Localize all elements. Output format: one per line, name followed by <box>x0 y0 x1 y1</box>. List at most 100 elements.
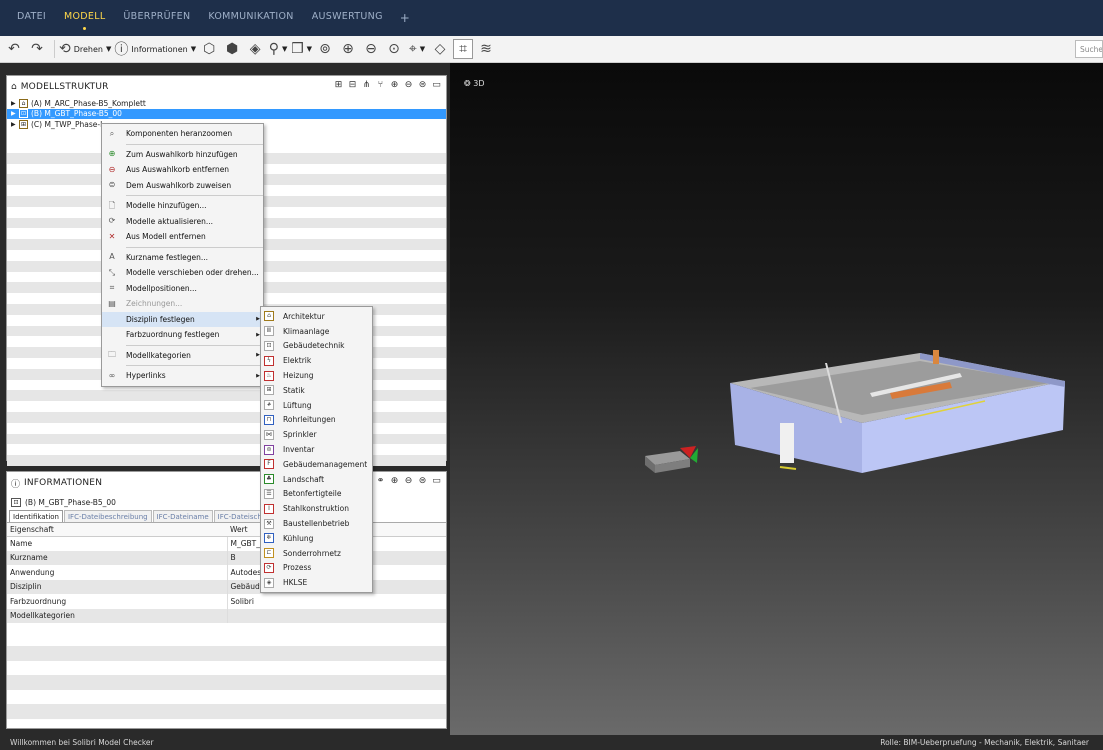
show-models-icon[interactable]: ⬡ <box>199 39 219 59</box>
menu-item-assign-basket[interactable]: ⊜ Dem Auswahlkorb zuweisen <box>102 178 263 194</box>
view-cube-icon[interactable]: ❒ ▼ <box>291 39 312 59</box>
discipline-sonderrohrnetz[interactable]: ⊏ Sonderrohrnetz <box>261 546 372 561</box>
discipline-klimaanlage[interactable]: Ⅲ Klimaanlage <box>261 324 372 339</box>
menu-item-short-name[interactable]: A Kurzname festlegen... <box>102 250 263 266</box>
property-name: Anwendung <box>7 565 228 580</box>
zoom-in-icon[interactable]: ⊕ <box>338 39 358 59</box>
hide-models-icon[interactable]: ⬢ <box>222 39 242 59</box>
discipline-gebaeudetechnik[interactable]: ⊡ Gebäudetechnik <box>261 339 372 354</box>
door <box>780 423 794 463</box>
table-row[interactable]: DisziplinGebäudetechnik <box>7 579 446 594</box>
menu-ueberpruefen[interactable]: ÜBERPRÜFEN <box>114 0 199 36</box>
rotate-label: Drehen <box>73 44 103 54</box>
maximize-icon[interactable]: ▭ <box>431 80 442 91</box>
table-row[interactable]: Modellkategorien <box>7 608 446 623</box>
selection-tool-icon[interactable]: ⌖ ▼ <box>407 39 427 59</box>
text-icon: A <box>109 252 115 262</box>
column-header-property[interactable]: Eigenschaft <box>7 523 227 537</box>
discipline-inventar[interactable]: ⊜ Inventar <box>261 442 372 457</box>
basket-remove-icon[interactable]: ⊖ <box>403 80 414 91</box>
basket-add-icon[interactable]: ⊕ <box>389 80 400 91</box>
tab-identifikation[interactable]: Identifikation <box>9 510 63 522</box>
menu-item-update-models[interactable]: ⟳ Modelle aktualisieren... <box>102 214 263 230</box>
model-label: (B) M_GBT_Phase-B5_00 <box>31 109 122 119</box>
menu-item-remove-model[interactable]: ✕ Aus Modell entfernen <box>102 229 263 245</box>
link-icon: ∞ <box>108 370 116 380</box>
table-row[interactable]: Kurzname B <box>7 550 446 565</box>
discipline-betonfertigteile[interactable]: ☰ Betonfertigteile <box>261 487 372 502</box>
hierarchy-icon[interactable]: ⊞ <box>333 80 344 91</box>
expand-arrow-icon[interactable]: ▶ <box>11 121 19 128</box>
zoom-out-icon[interactable]: ⊖ <box>361 39 381 59</box>
rotate-button[interactable]: ⟲ Drehen ▼ <box>59 39 111 59</box>
menu-item-set-color[interactable]: Farbzuordnung festlegen ▶ <box>102 327 263 343</box>
menu-item-hyperlinks[interactable]: ∞ Hyperlinks ▶ <box>102 368 263 384</box>
visibility-icon[interactable]: ⚲ ▼ <box>268 39 288 59</box>
table-row[interactable]: Name M_GBT_P <box>7 536 446 551</box>
expand-arrow-icon[interactable]: ▶ <box>11 110 19 117</box>
menu-item-zoom-components[interactable]: ⌕ Komponenten heranzoomen <box>102 126 263 142</box>
undo-icon[interactable]: ↶ <box>4 39 24 59</box>
discipline-sprinkler[interactable]: ⋈ Sprinkler <box>261 427 372 442</box>
menu-kommunikation[interactable]: KOMMUNIKATION <box>199 0 302 36</box>
tab-ifc-dateibeschreibung[interactable]: IFC-Dateibeschreibung <box>63 510 152 522</box>
menu-auswertung[interactable]: AUSWERTUNG <box>303 0 392 36</box>
tree-row-model-b[interactable]: ▶ ⊡ (B) M_GBT_Phase-B5_00 <box>7 108 446 119</box>
information-button[interactable]: ⓘ Informationen ▼ <box>114 39 196 59</box>
discipline-kuehlung[interactable]: ❄ Kühlung <box>261 531 372 546</box>
expand-arrow-icon[interactable]: ▶ <box>11 100 19 107</box>
redo-icon[interactable]: ↷ <box>27 39 47 59</box>
hvac-icon: Ⅲ <box>264 326 274 337</box>
branch-icon[interactable]: ⑂ <box>375 80 386 91</box>
basket-assign-icon[interactable]: ⊜ <box>417 476 428 487</box>
basket-assign-icon[interactable]: ⊜ <box>417 80 428 91</box>
menu-item-add-models[interactable]: 🗋 Modelle hinzufügen... <box>102 198 263 214</box>
menu-item-label: Modellpositionen... <box>126 283 197 293</box>
model-label: (C) M_TWP_Phase-I <box>31 119 103 129</box>
isolate-icon[interactable]: ◈ <box>245 39 265 59</box>
model-map-icon[interactable]: ⌗ <box>453 39 474 59</box>
search-input[interactable]: Suche <box>1075 40 1103 58</box>
discipline-prozess[interactable]: ⟳ Prozess <box>261 561 372 576</box>
property-table: Eigenschaft Wert Name M_GBT_P Kurzname B A… <box>7 523 446 623</box>
discipline-hklse[interactable]: ◈ HKLSE <box>261 575 372 590</box>
menu-item-add-basket[interactable]: ⊕ Zum Auswahlkorb hinzufügen <box>102 147 263 163</box>
basket-add-icon[interactable]: ⊕ <box>389 476 400 487</box>
table-row[interactable]: Farbzuordnung Solibri <box>7 594 446 609</box>
discipline-architektur[interactable]: ⌂ Architektur <box>261 309 372 324</box>
discipline-landschaft[interactable]: ♣ Landschaft <box>261 472 372 487</box>
discipline-stahlkonstruktion[interactable]: Ⅰ Stahlkonstruktion <box>261 501 372 516</box>
layers-icon[interactable]: ≋ <box>476 39 496 59</box>
3d-viewport[interactable]: ❂ 3D <box>450 63 1103 735</box>
menu-item-model-positions[interactable]: ⌗ Modellpositionen... <box>102 281 263 297</box>
discipline-elektrik[interactable]: ϟ Elektrik <box>261 353 372 368</box>
zoom-selection-icon[interactable]: ⊙ <box>384 39 404 59</box>
maximize-icon[interactable]: ▭ <box>431 476 442 487</box>
discipline-gebaeudemanagement[interactable]: F Gebäudemanagement <box>261 457 372 472</box>
menu-modell[interactable]: MODELL <box>55 0 114 36</box>
basket-remove-icon[interactable]: ⊖ <box>403 476 414 487</box>
document-add-icon: 🗋 <box>108 200 116 210</box>
tree-row-model-a[interactable]: ▶ ⌂ (A) M_ARC_Phase-B5_Komplett <box>7 98 446 109</box>
blank-icon <box>106 314 118 324</box>
discipline-baustellenbetrieb[interactable]: ⚒ Baustellenbetrieb <box>261 516 372 531</box>
menu-item-move-rotate[interactable]: ⤡ Modelle verschieben oder drehen... <box>102 265 263 281</box>
menu-item-model-categories[interactable]: 🗀 Modellkategorien ▶ <box>102 348 263 364</box>
structural-icon: ⊞ <box>19 119 28 129</box>
link-icon[interactable]: ⚭ <box>375 476 386 487</box>
discipline-heizung[interactable]: ♨ Heizung <box>261 368 372 383</box>
discipline-rohrleitungen[interactable]: ⊓ Rohrleitungen <box>261 413 372 428</box>
filter-icon[interactable]: ⋔ <box>361 80 372 91</box>
tab-ifc-dateiname[interactable]: IFC-Dateiname <box>152 510 213 522</box>
tab-ifc-dateischema[interactable]: IFC-Dateisch <box>213 510 266 522</box>
table-row[interactable]: AnwendungAutodesk Revit 2017 (DEU) <box>7 565 446 580</box>
zoom-fit-icon[interactable]: ⊚ <box>315 39 335 59</box>
menu-item-set-discipline[interactable]: Disziplin festlegen ▶ <box>102 311 263 327</box>
menu-item-remove-basket[interactable]: ⊖ Aus Auswahlkorb entfernen <box>102 162 263 178</box>
discipline-lueftung[interactable]: ቆ Lüftung <box>261 398 372 413</box>
section-plane-icon[interactable]: ◇ <box>430 39 450 59</box>
tree-icon[interactable]: ⊟ <box>347 80 358 91</box>
menu-datei[interactable]: DATEI <box>8 0 55 36</box>
discipline-statik[interactable]: ⊞ Statik <box>261 383 372 398</box>
add-tab-button[interactable]: + <box>392 1 418 35</box>
